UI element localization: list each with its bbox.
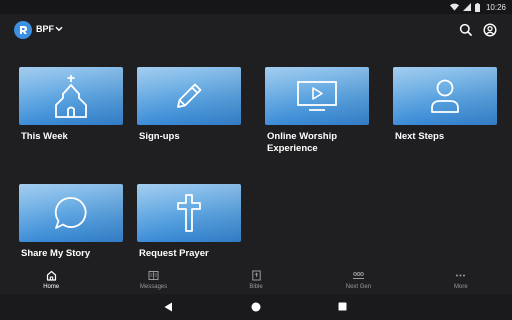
tile-image (19, 67, 123, 125)
tile-image (19, 184, 123, 242)
search-icon[interactable] (459, 23, 473, 37)
system-nav-bar (0, 294, 512, 320)
nav-item-next-gen[interactable]: Next Gen (307, 266, 409, 294)
bpf-logo-icon[interactable] (14, 21, 32, 39)
tile-request-prayer[interactable]: Request Prayer (137, 184, 241, 260)
nav-item-messages[interactable]: Messages (102, 266, 204, 294)
app-bar: BPF (0, 14, 512, 48)
tile-image (265, 67, 369, 125)
tile-online-worship[interactable]: Online Worship Experience (265, 67, 369, 154)
tile-label: Request Prayer (139, 248, 209, 259)
tile-label: Share My Story (21, 248, 91, 259)
cross-icon (177, 194, 201, 232)
more-dots-icon (456, 274, 466, 277)
bottom-nav: Home Messages Bible Next Gen More (0, 266, 512, 294)
group-icon (352, 272, 364, 279)
home-icon (46, 270, 56, 281)
tile-label: Sign-ups (139, 131, 180, 142)
tile-label: This Week (21, 131, 68, 142)
tile-sign-ups[interactable]: Sign-ups (137, 67, 241, 143)
person-icon (431, 79, 459, 113)
tile-image (137, 67, 241, 125)
bible-icon (251, 270, 261, 281)
nav-label: Bible (249, 284, 263, 290)
tile-next-steps[interactable]: Next Steps (393, 67, 497, 143)
status-time: 10:26 (485, 2, 506, 12)
video-monitor-icon (297, 81, 337, 111)
recent-apps-icon[interactable] (338, 302, 347, 311)
nav-label: Messages (139, 284, 168, 290)
system-home-icon[interactable] (251, 302, 261, 312)
tile-label: Next Steps (395, 131, 445, 142)
tile-this-week[interactable]: This Week (19, 67, 123, 143)
back-icon[interactable] (164, 302, 173, 312)
tile-share-my-story[interactable]: Share My Story (19, 184, 123, 260)
status-bar: 10:26 (0, 0, 512, 14)
church-icon (55, 75, 87, 118)
chevron-down-icon[interactable] (55, 26, 63, 32)
battery-icon (474, 2, 480, 12)
nav-label: Next Gen (345, 284, 372, 290)
tile-image (393, 67, 497, 125)
chat-bubble-icon (54, 197, 87, 229)
app-name[interactable]: BPF (36, 24, 54, 34)
account-circle-icon[interactable] (483, 23, 497, 37)
messages-icon (148, 271, 159, 280)
signal-icon (462, 3, 471, 11)
nav-item-bible[interactable]: Bible (205, 266, 307, 294)
tile-label: Online Worship Experience (267, 131, 338, 154)
tile-image (137, 184, 241, 242)
nav-item-more[interactable]: More (410, 266, 512, 294)
wifi-icon (449, 3, 459, 11)
nav-label: More (453, 284, 468, 290)
nav-label: Home (43, 284, 60, 290)
pencil-icon (177, 83, 202, 108)
nav-item-home[interactable]: Home (0, 266, 102, 294)
